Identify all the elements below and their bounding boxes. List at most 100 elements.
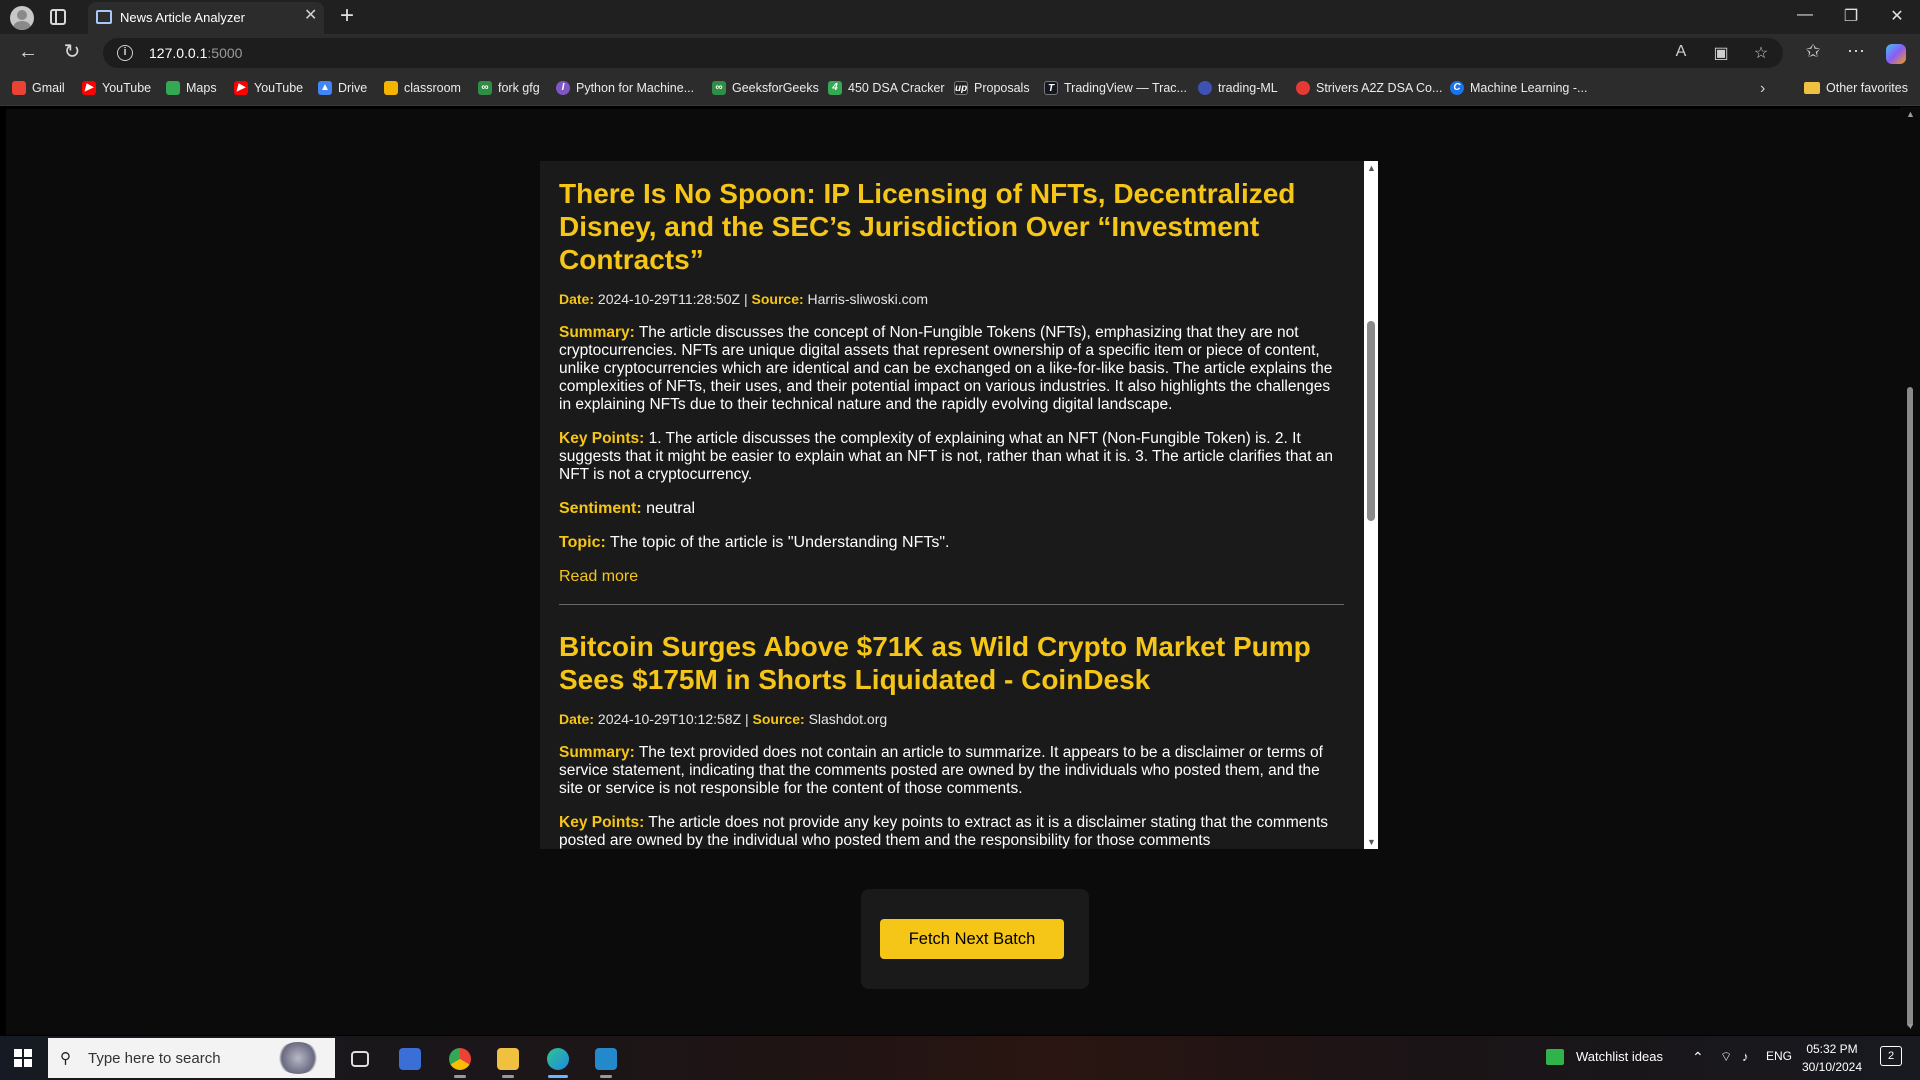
tray-chevron-up-icon[interactable]: ⌃ bbox=[1692, 1049, 1704, 1066]
actions-box: Fetch Next Batch bbox=[861, 889, 1089, 989]
browser-tab-active[interactable]: News Article Analyzer ✕ bbox=[88, 2, 324, 34]
browser-toolbar: ← ↻ i 127.0.0.1:5000 A ▣ ☆ ✩ ⋯ bbox=[0, 34, 1920, 72]
article-meta: Date: 2024-10-29T10:12:58Z | Source: Sla… bbox=[559, 711, 888, 727]
taskbar-search-box[interactable]: ⚲ Type here to search bbox=[48, 1038, 335, 1078]
site-info-icon[interactable]: i bbox=[117, 45, 133, 61]
bookmark-fork-gfg[interactable]: ∞ fork gfg bbox=[478, 81, 540, 95]
read-aloud-icon[interactable]: A bbox=[1669, 43, 1693, 61]
url-text: 127.0.0.1:5000 bbox=[149, 45, 243, 61]
close-window-icon[interactable]: ✕ bbox=[1882, 6, 1912, 26]
profile-avatar-icon[interactable] bbox=[10, 6, 34, 30]
edge-icon[interactable] bbox=[538, 1042, 578, 1078]
network-icon[interactable]: ⌔ bbox=[1720, 1049, 1732, 1065]
page-scroll-down-icon[interactable]: ▼ bbox=[1906, 1021, 1915, 1031]
article-topic: Topic: The topic of the article is "Unde… bbox=[559, 534, 950, 551]
clock-time: 05:32 PM bbox=[1806, 1042, 1858, 1056]
bookmark-tradingview[interactable]: T TradingView — Trac... bbox=[1044, 81, 1187, 95]
chrome-icon[interactable] bbox=[440, 1042, 480, 1078]
browser-tab-bar: News Article Analyzer ✕ + — ❐ ✕ bbox=[0, 0, 1920, 34]
language-indicator[interactable]: ENG bbox=[1766, 1049, 1792, 1063]
more-options-icon[interactable]: ⋯ bbox=[1843, 41, 1869, 62]
search-highlight-icon bbox=[276, 1042, 320, 1074]
favorite-star-icon[interactable]: ☆ bbox=[1749, 43, 1773, 63]
article-source: Slashdot.org bbox=[808, 711, 888, 727]
article-divider bbox=[559, 604, 1344, 605]
article-sentiment: Sentiment: neutral bbox=[559, 500, 696, 517]
fetch-next-batch-button[interactable]: Fetch Next Batch bbox=[880, 919, 1064, 959]
taskbar-clock[interactable]: 05:32 PM 30/10/2024 bbox=[1796, 1040, 1868, 1076]
windows-taskbar: ⚲ Type here to search Watchlist ideas ⌃ … bbox=[0, 1036, 1920, 1080]
bookmarks-overflow-chevron-icon[interactable]: › bbox=[1760, 80, 1765, 98]
calculator-icon[interactable] bbox=[390, 1042, 430, 1078]
refresh-icon[interactable]: ↻ bbox=[58, 40, 86, 64]
dsa-cracker-icon: 4 bbox=[828, 81, 842, 95]
bookmark-python-ml[interactable]: I Python for Machine... bbox=[556, 81, 694, 95]
youtube-icon: ▶ bbox=[82, 81, 96, 95]
volume-icon[interactable]: ♪ bbox=[1742, 1049, 1749, 1064]
article-card: Bitcoin Surges Above $71K as Wild Crypto… bbox=[559, 630, 1344, 849]
tab-title: News Article Analyzer bbox=[120, 10, 245, 25]
read-more-link[interactable]: Read more bbox=[559, 568, 638, 586]
page-viewport: There Is No Spoon: IP Licensing of NFTs,… bbox=[0, 107, 1920, 1035]
bookmark-trading-ml[interactable]: trading-ML bbox=[1198, 81, 1278, 95]
article-title: There Is No Spoon: IP Licensing of NFTs,… bbox=[559, 178, 1296, 275]
search-icon: ⚲ bbox=[60, 1050, 71, 1067]
bookmark-gmail[interactable]: Gmail bbox=[12, 81, 65, 95]
python-course-icon: I bbox=[556, 81, 570, 95]
drive-icon: ▲ bbox=[318, 81, 332, 95]
copilot-icon[interactable] bbox=[1886, 44, 1906, 64]
article-summary: Summary: The text provided does not cont… bbox=[559, 744, 1323, 797]
bookmark-maps[interactable]: Maps bbox=[166, 81, 217, 95]
bookmark-classroom[interactable]: classroom bbox=[384, 81, 461, 95]
tab-close-icon[interactable]: ✕ bbox=[304, 8, 317, 24]
page-scrollbar[interactable]: ▲ ▼ bbox=[1900, 107, 1920, 1035]
article-meta: Date: 2024-10-29T11:28:50Z | Source: Har… bbox=[559, 291, 929, 307]
windows-start-icon[interactable] bbox=[14, 1049, 32, 1067]
watchlist-icon[interactable] bbox=[1546, 1049, 1564, 1065]
tradingview-icon: T bbox=[1044, 81, 1058, 95]
page-scrollbar-thumb[interactable] bbox=[1907, 387, 1913, 1027]
tab-actions-icon[interactable] bbox=[50, 9, 66, 25]
bookmark-youtube-2[interactable]: ▶ YouTube bbox=[234, 81, 303, 95]
page-scroll-up-icon[interactable]: ▲ bbox=[1906, 109, 1915, 119]
articles-list: There Is No Spoon: IP Licensing of NFTs,… bbox=[559, 177, 1344, 849]
article-summary: Summary: The article discusses the conce… bbox=[559, 324, 1333, 413]
immersive-reader-icon[interactable]: ▣ bbox=[1709, 43, 1733, 63]
article-key-points: Key Points: The article does not provide… bbox=[559, 814, 1329, 849]
gmail-icon bbox=[12, 81, 26, 95]
youtube-icon: ▶ bbox=[234, 81, 248, 95]
scroll-down-arrow-icon[interactable]: ▼ bbox=[1367, 837, 1376, 847]
article-key-points: Key Points: 1. The article discusses the… bbox=[559, 430, 1333, 483]
article-source: Harris-sliwoski.com bbox=[807, 291, 929, 307]
bookmark-geeksforgeeks[interactable]: ∞ GeeksforGeeks bbox=[712, 81, 819, 95]
strivers-icon bbox=[1296, 81, 1310, 95]
articles-panel-scrollbar[interactable]: ▲ ▼ bbox=[1364, 161, 1378, 849]
bookmark-drive[interactable]: ▲ Drive bbox=[318, 81, 367, 95]
back-arrow-icon[interactable]: ← bbox=[14, 40, 42, 64]
scroll-up-arrow-icon[interactable]: ▲ bbox=[1367, 163, 1376, 173]
scrollbar-thumb[interactable] bbox=[1367, 321, 1375, 521]
bookmark-450-dsa[interactable]: 4 450 DSA Cracker bbox=[828, 81, 945, 95]
bookmark-strivers[interactable]: Strivers A2Z DSA Co... bbox=[1296, 81, 1442, 95]
favorites-bar-icon[interactable]: ✩ bbox=[1800, 41, 1826, 62]
watchlist-ideas-widget[interactable]: Watchlist ideas bbox=[1576, 1049, 1663, 1064]
clock-date: 30/10/2024 bbox=[1801, 1060, 1863, 1074]
bookmark-machine-learning[interactable]: C Machine Learning -... bbox=[1450, 81, 1587, 95]
notification-center-icon[interactable]: 2 bbox=[1880, 1046, 1902, 1066]
address-bar[interactable]: i 127.0.0.1:5000 A ▣ ☆ bbox=[103, 38, 1783, 68]
maps-icon bbox=[166, 81, 180, 95]
article-title: Bitcoin Surges Above $71K as Wild Crypto… bbox=[559, 631, 1311, 695]
article-card: There Is No Spoon: IP Licensing of NFTs,… bbox=[559, 177, 1344, 605]
restore-icon[interactable]: ❐ bbox=[1836, 6, 1866, 26]
trading-ml-icon bbox=[1198, 81, 1212, 95]
file-explorer-icon[interactable] bbox=[488, 1042, 528, 1078]
other-favorites-folder[interactable]: Other favorites bbox=[1804, 81, 1908, 95]
new-tab-plus-icon[interactable]: + bbox=[340, 4, 354, 28]
bookmark-proposals[interactable]: up Proposals bbox=[954, 81, 1030, 95]
bookmarks-bar: Gmail ▶ YouTube Maps ▶ YouTube ▲ Drive clas… bbox=[0, 72, 1920, 106]
articles-panel[interactable]: There Is No Spoon: IP Licensing of NFTs,… bbox=[540, 161, 1378, 849]
minimize-icon[interactable]: — bbox=[1790, 6, 1820, 24]
bookmark-youtube[interactable]: ▶ YouTube bbox=[82, 81, 151, 95]
vscode-icon[interactable] bbox=[586, 1042, 626, 1078]
task-view-icon[interactable] bbox=[340, 1042, 380, 1078]
